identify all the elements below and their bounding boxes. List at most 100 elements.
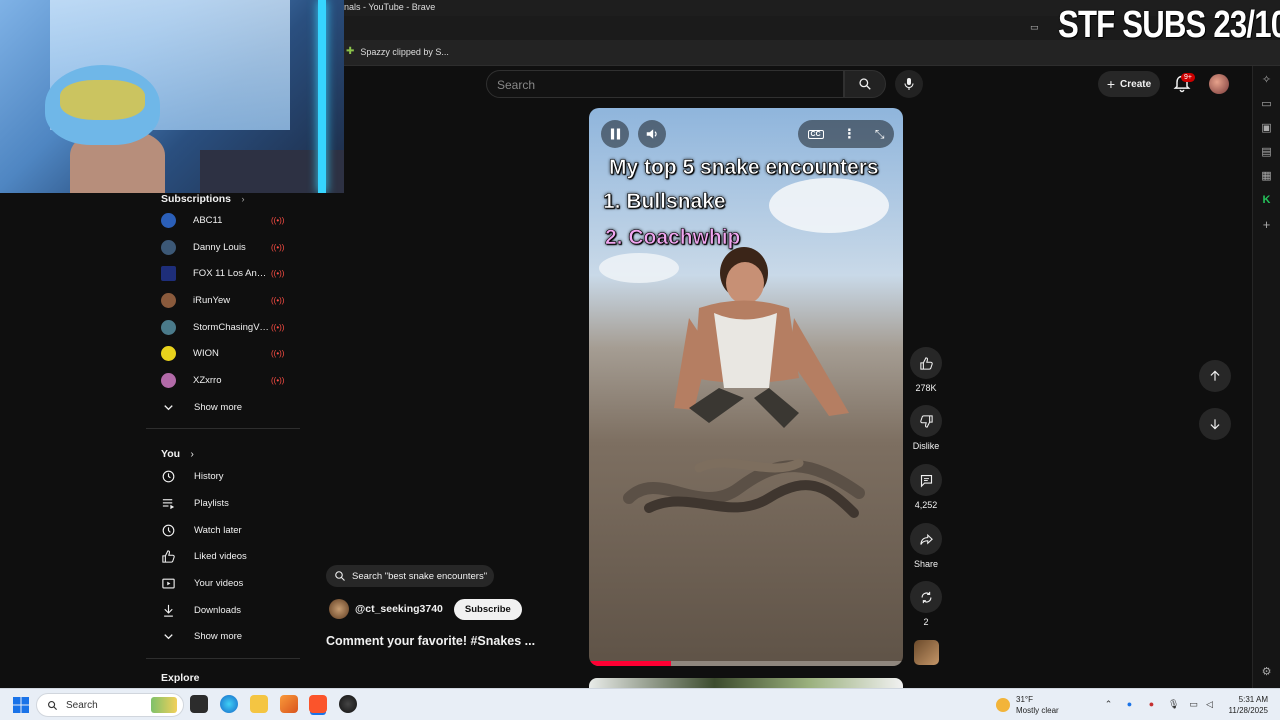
sidebar-item-label: Your videos [194, 577, 244, 589]
video-person-figure [674, 247, 849, 428]
next-short-button[interactable] [1199, 408, 1231, 440]
channel-thumbnail[interactable] [914, 640, 939, 665]
comments-button[interactable]: 4,252 [906, 464, 946, 510]
browser-side-panel: ✧ ▭ ▣ ▤ ▦ K + ⚙ [1252, 66, 1280, 688]
chevron-up-icon[interactable]: ⌃ [1103, 699, 1114, 710]
sidebar-item-label: Liked videos [194, 550, 247, 562]
network-icon[interactable]: ▭ [1188, 699, 1199, 710]
fullscreen-icon[interactable]: ⤡ [875, 127, 885, 142]
remix-icon [921, 591, 931, 603]
show-more-label: Show more [194, 401, 243, 413]
video-top-controls: CC ⋮ ⤡ [798, 120, 894, 148]
channel-avatar [161, 319, 176, 335]
kick-icon[interactable]: K [1260, 194, 1273, 207]
sidebar-item-label: Watch later [194, 524, 242, 536]
live-indicator-icon: ((•)) [271, 242, 285, 252]
channel-avatar [161, 212, 176, 228]
live-indicator-icon: ((•)) [271, 268, 285, 278]
share-button[interactable]: Share [906, 523, 946, 569]
related-search-chip[interactable]: Search "best snake encounters" [326, 565, 494, 587]
arrow-down-icon [1210, 419, 1220, 430]
create-button[interactable]: + Create [1098, 71, 1160, 97]
dislike-button[interactable]: Dislike [906, 405, 946, 451]
sidebar-item-stormchasing[interactable]: StormChasingVi... ((•)) [161, 315, 291, 339]
sidebar-item-abc11[interactable]: ABC11 ((•)) [161, 208, 291, 232]
guide-sidebar: Subscriptions › ABC11 ((•)) Danny Louis … [146, 193, 300, 688]
edge-browser-icon[interactable] [220, 695, 238, 713]
closed-captions-icon[interactable]: CC [807, 129, 824, 139]
share-label: Share [913, 559, 939, 569]
settings-gear-icon[interactable]: ⚙ [1260, 666, 1273, 679]
wallet-icon[interactable]: ▭ [1260, 98, 1273, 111]
sidebar-item-watch-later[interactable]: Watch later [161, 518, 291, 542]
windows-start-icon[interactable] [13, 697, 29, 713]
video-icon [162, 578, 175, 588]
sidebar-item-irunyew[interactable]: iRunYew ((•)) [161, 288, 291, 312]
video-caption-title: My top 5 snake encounters [609, 156, 879, 180]
channel-name: iRunYew [193, 294, 231, 306]
sidebar-item-your-videos[interactable]: Your videos [161, 571, 291, 595]
app-icon[interactable] [280, 695, 298, 713]
add-panel-icon[interactable]: + [1260, 218, 1273, 231]
plus-icon: + [1106, 76, 1116, 92]
task-view-icon[interactable] [190, 695, 208, 713]
volume-button[interactable] [638, 120, 666, 148]
tray-app-icon[interactable]: ● [1146, 699, 1157, 710]
pause-button[interactable] [601, 120, 629, 148]
reading-list-icon[interactable]: ▦ [1260, 170, 1273, 183]
tray-app-icon[interactable]: ● [1124, 699, 1135, 710]
search-input[interactable]: Search [486, 70, 844, 98]
sidebar-item-downloads[interactable]: Downloads [161, 598, 291, 622]
channel-name: StormChasingVi... [193, 321, 269, 333]
live-indicator-icon: ((•)) [271, 295, 285, 305]
you-heading[interactable]: You › [161, 444, 194, 462]
brave-browser-icon[interactable] [309, 695, 327, 713]
remix-button[interactable]: 2 [906, 581, 946, 627]
bookmark-item[interactable]: ✚ Spazzy clipped by S... [346, 46, 449, 57]
search-button[interactable] [844, 70, 886, 98]
sidebar-item-history[interactable]: History [161, 464, 291, 488]
sidebar-item-fox11[interactable]: FOX 11 Los Ang... ((•)) [161, 261, 291, 285]
sidebar-item-liked-videos[interactable]: Liked videos [161, 544, 291, 568]
volume-icon[interactable]: ◁ [1204, 699, 1215, 710]
subscriptions-show-more[interactable]: Show more [161, 395, 291, 419]
account-avatar[interactable] [1209, 74, 1229, 94]
taskbar-clock[interactable]: 5:31 AM 11/28/2025 [1222, 694, 1268, 716]
video-description[interactable]: Comment your favorite! #Snakes ... [326, 634, 535, 648]
like-button[interactable]: 278K [906, 347, 946, 393]
sidebar-item-danny-louis[interactable]: Danny Louis ((•)) [161, 235, 291, 259]
weather-temperature: 31°F [1016, 695, 1033, 704]
shorts-video-player[interactable]: CC ⋮ ⤡ My top 5 snake encounters 1. Bull… [589, 108, 903, 666]
video-snakes [623, 458, 865, 518]
channel-avatar[interactable] [329, 599, 349, 619]
bookmarks-icon[interactable]: ▤ [1260, 146, 1273, 159]
sidebar-item-wion[interactable]: WION ((•)) [161, 341, 291, 365]
sidebar-divider [146, 658, 300, 659]
clock-date: 11/28/2025 [1228, 706, 1268, 715]
channel-handle[interactable]: @ct_seeking3740 [355, 603, 443, 615]
taskbar-search-input[interactable]: Search [36, 693, 184, 717]
sidebar-item-xzxrro[interactable]: XZxrro ((•)) [161, 368, 291, 392]
puzzle-icon: ✚ [346, 46, 355, 57]
obs-icon[interactable] [339, 695, 357, 713]
microphone-icon[interactable]: 🎙 [1168, 699, 1179, 710]
subscriptions-heading[interactable]: Subscriptions › [161, 189, 244, 207]
tabs-icon[interactable]: ▣ [1260, 122, 1273, 135]
sidebar-item-playlists[interactable]: Playlists [161, 491, 291, 515]
previous-short-button[interactable] [1199, 360, 1231, 392]
channel-avatar [161, 265, 176, 281]
next-short-preview[interactable] [589, 678, 903, 688]
weather-widget[interactable]: 31°F Mostly clear [996, 694, 1059, 716]
pause-icon [610, 128, 620, 140]
history-icon [162, 470, 175, 482]
voice-search-button[interactable] [895, 70, 923, 98]
you-show-more[interactable]: Show more [161, 624, 291, 648]
subscribe-button[interactable]: Subscribe [453, 598, 522, 620]
dislike-label: Dislike [912, 441, 940, 451]
webcam-overlay [0, 0, 344, 193]
more-options-icon[interactable]: ⋮ [843, 126, 856, 142]
cast-icon[interactable]: ▭ [1030, 22, 1039, 33]
file-explorer-icon[interactable] [250, 695, 268, 713]
leo-ai-icon[interactable]: ✧ [1260, 74, 1273, 87]
volume-icon [646, 129, 657, 139]
